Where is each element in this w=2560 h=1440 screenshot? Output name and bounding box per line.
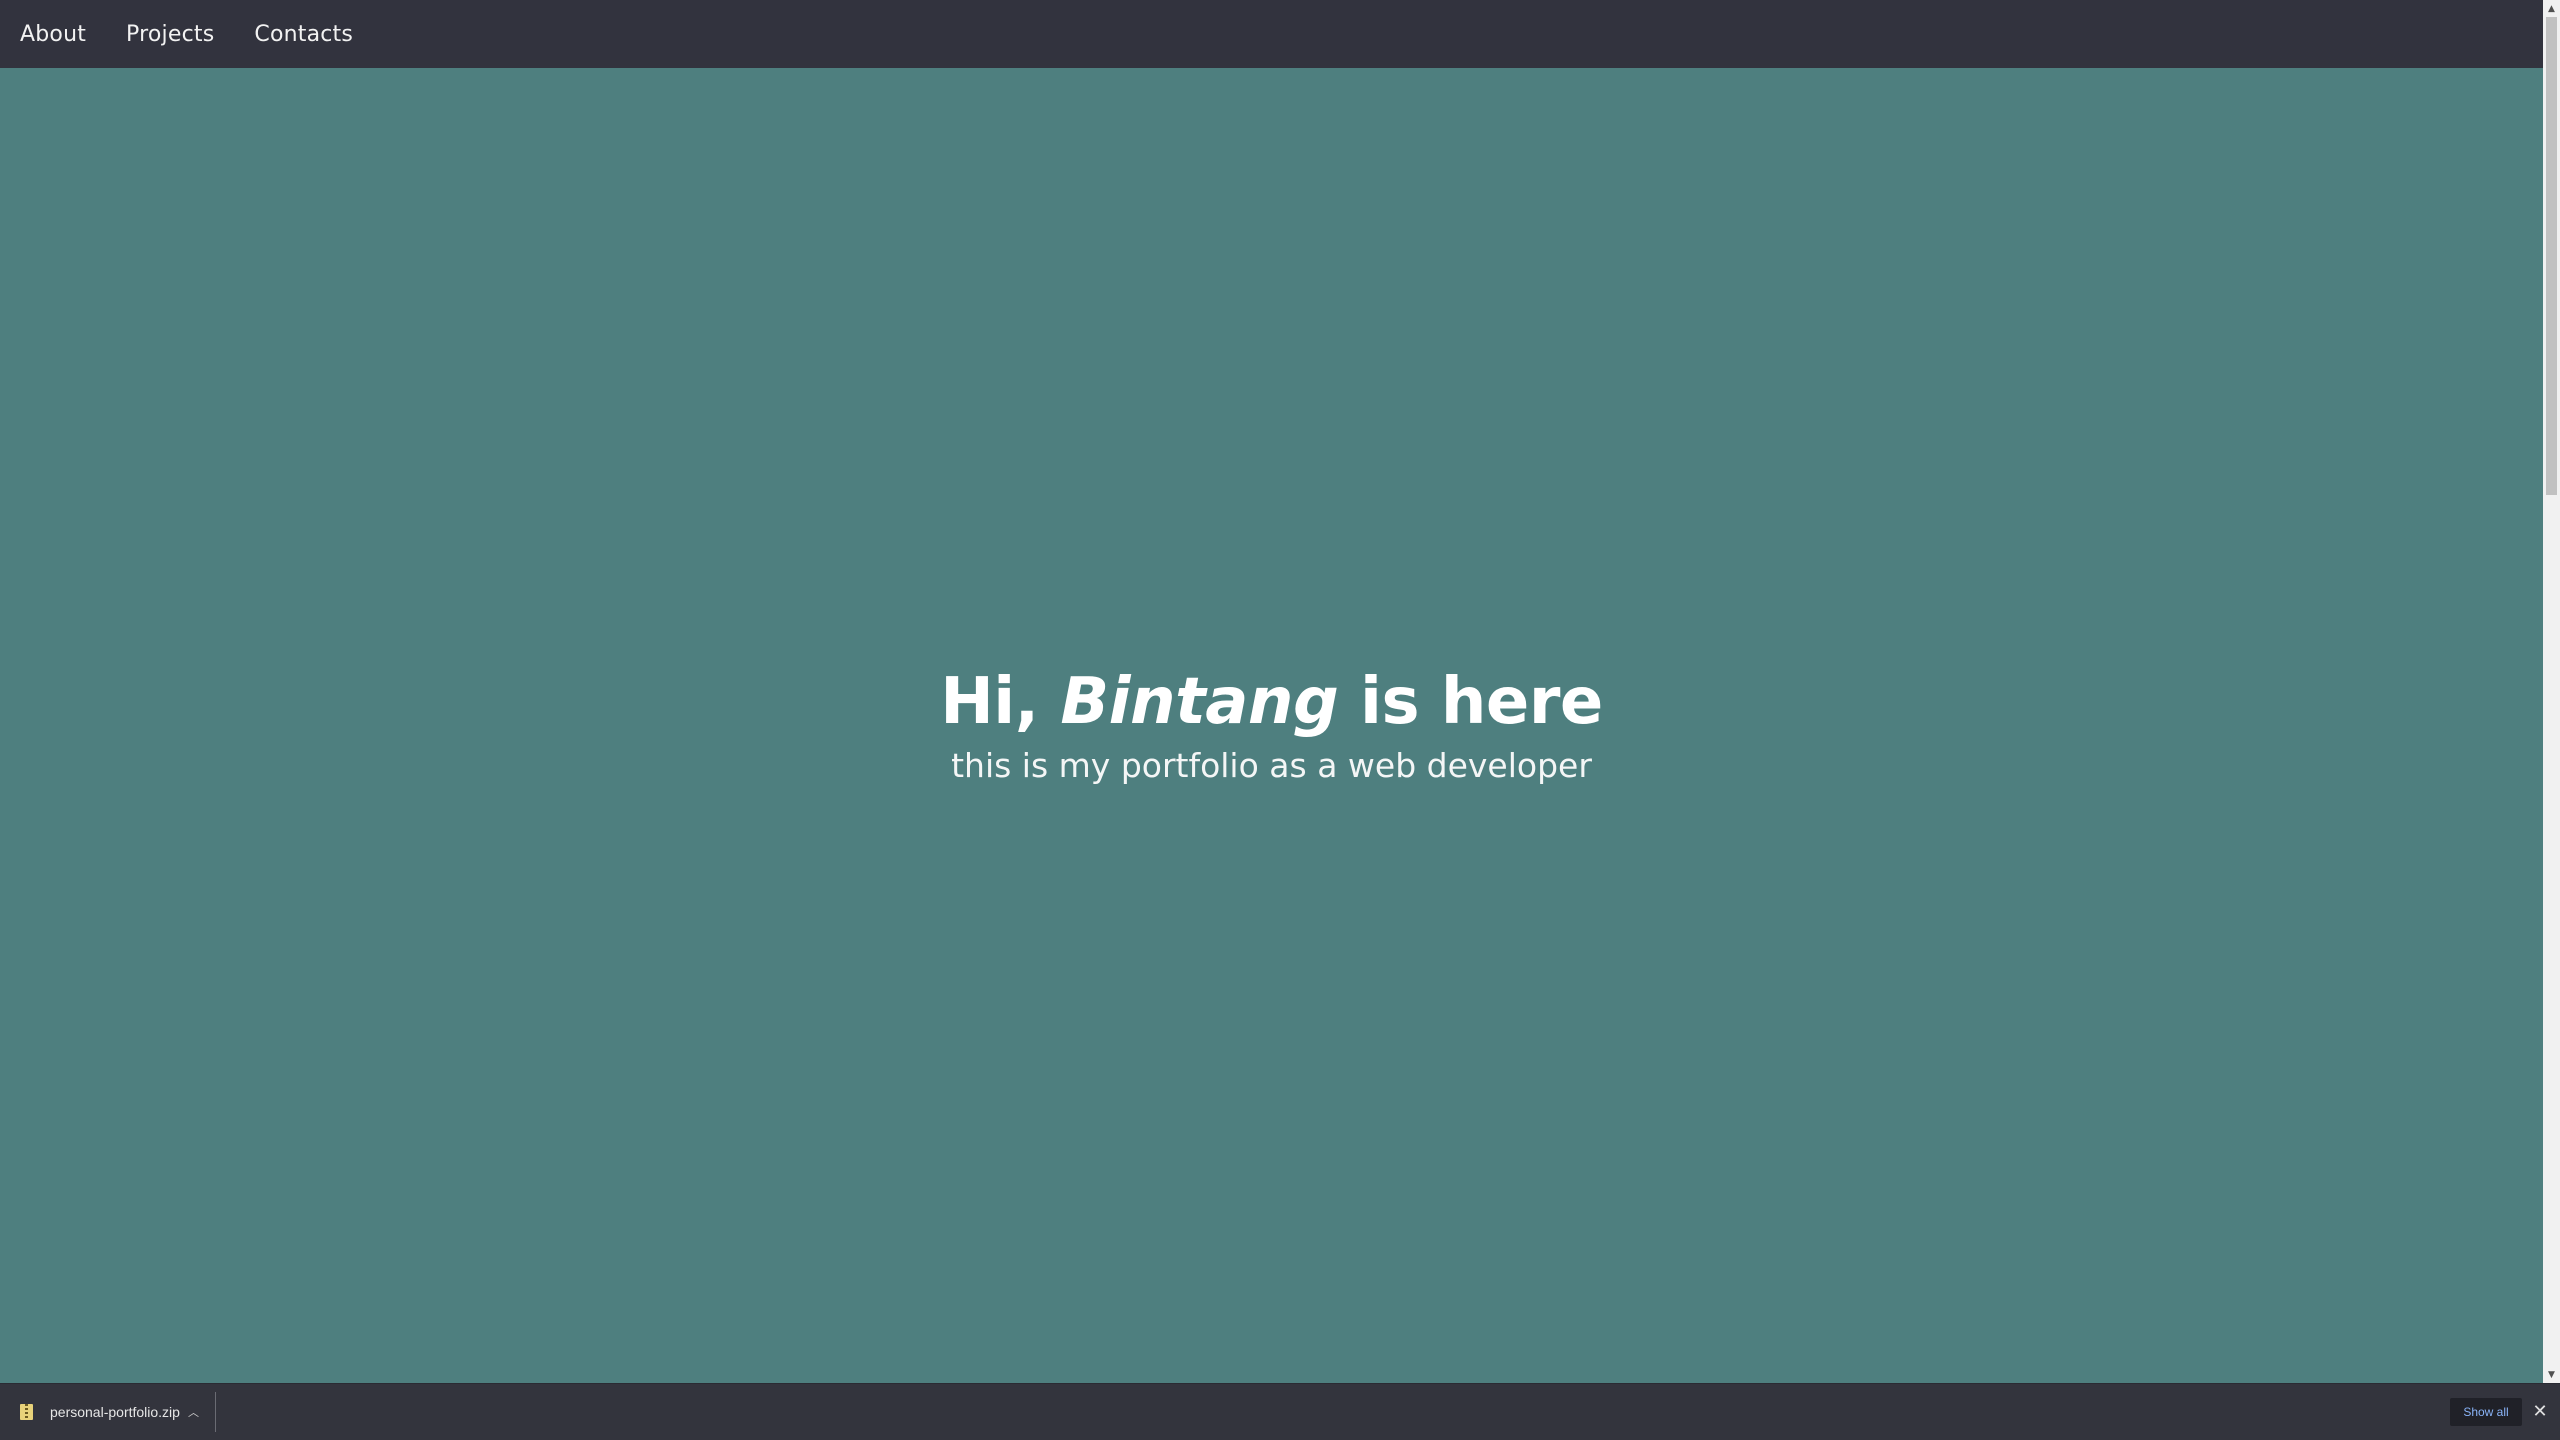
nav-link-projects[interactable]: Projects: [126, 22, 214, 47]
nav-link-contacts[interactable]: Contacts: [254, 22, 353, 47]
scroll-down-arrow-icon[interactable]: ▼: [2543, 1366, 2560, 1383]
hero-subtitle: this is my portfolio as a web developer: [951, 745, 1592, 785]
close-icon[interactable]: ✕: [2530, 1400, 2550, 1422]
scroll-up-arrow-icon[interactable]: ▲: [2543, 0, 2560, 17]
zip-file-icon: [20, 1404, 33, 1420]
chevron-up-icon[interactable]: ︿: [188, 1404, 199, 1420]
page: About Projects Contacts Hi, Bintang is h…: [0, 0, 2560, 1440]
hero-name: Bintang: [1060, 664, 1339, 739]
vertical-scrollbar[interactable]: ▲ ▼: [2543, 0, 2560, 1383]
show-all-button[interactable]: Show all: [2450, 1398, 2522, 1426]
download-file-name: personal-portfolio.zip: [50, 1404, 180, 1420]
hero-greeting: Hi,: [940, 664, 1039, 739]
hero-suffix: is here: [1360, 664, 1603, 739]
scrollbar-thumb[interactable]: [2546, 17, 2557, 495]
hero-section: Hi, Bintang is here this is my portfolio…: [0, 68, 2543, 1383]
nav-link-about[interactable]: About: [20, 22, 86, 47]
download-item[interactable]: personal-portfolio.zip ︿: [0, 1392, 216, 1432]
top-navbar: About Projects Contacts: [0, 0, 2543, 68]
download-shelf: personal-portfolio.zip ︿ Show all ✕: [0, 1383, 2560, 1440]
hero-title: Hi, Bintang is here: [940, 664, 1603, 740]
